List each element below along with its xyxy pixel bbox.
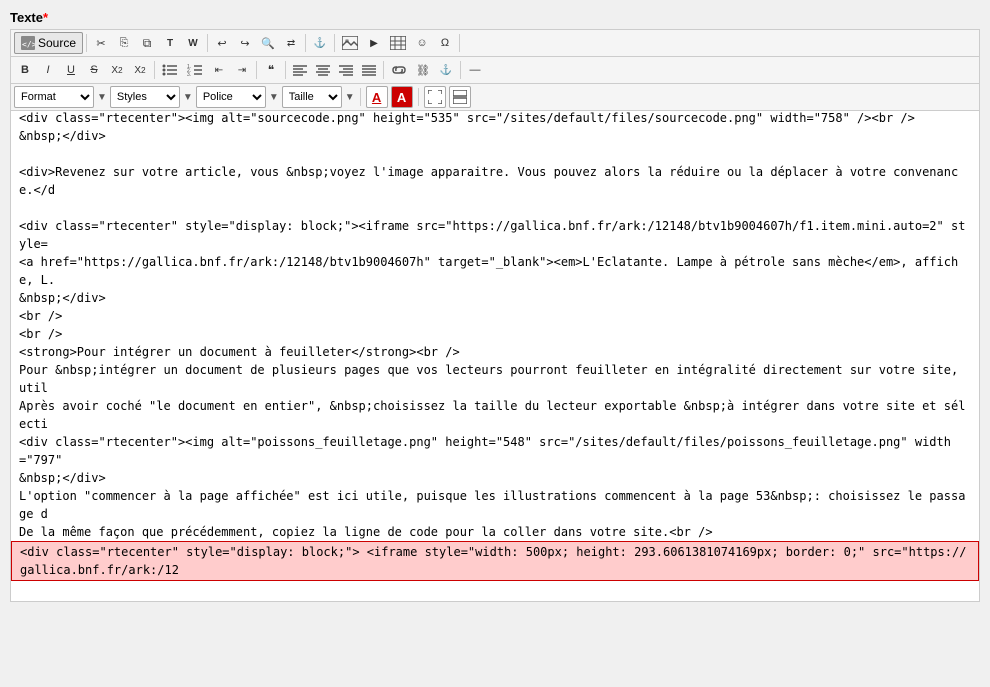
format-select[interactable]: Format <box>14 86 94 108</box>
toolbar-separator-7 <box>285 61 286 79</box>
link-button[interactable] <box>387 59 411 81</box>
highlighted-line: <div class="rtecenter" style="display: b… <box>11 541 979 581</box>
paste-word-button[interactable]: W <box>182 32 204 54</box>
special-char-button[interactable]: Ω <box>434 32 456 54</box>
toggle-button[interactable] <box>449 86 471 108</box>
editor-label-row: Texte* <box>10 10 980 25</box>
toolbar-row-2: B I U S X2 X2 1. 2. 3. <box>11 57 979 84</box>
taille-select[interactable]: Taille <box>282 86 342 108</box>
table-icon <box>390 36 406 50</box>
toolbar-separator-3 <box>334 34 335 52</box>
hr-button[interactable]: — <box>464 59 486 81</box>
superscript-button[interactable]: X2 <box>129 59 151 81</box>
svg-text:</>: </> <box>22 40 35 49</box>
editor-container: </> Source ✂ ⎘ ⧉ T W ↩ ↪ 🔍 ⇄ ⚓ ▶ <box>10 29 980 602</box>
editor-title: Texte <box>10 10 43 25</box>
toolbar-separator-4 <box>459 34 460 52</box>
content-wrapper: Vous souhaitez utiliser une affiche pour… <box>11 111 979 601</box>
toolbar-separator-2 <box>305 34 306 52</box>
taille-dropdown-icon: ▼ <box>345 92 355 103</box>
ul-icon <box>162 63 178 77</box>
unlink-button[interactable]: ⛓ <box>412 59 434 81</box>
align-justify-button[interactable] <box>358 59 380 81</box>
strikethrough-button[interactable]: S <box>83 59 105 81</box>
cut-button[interactable]: ✂ <box>90 32 112 54</box>
link-icon <box>391 63 407 77</box>
content-area[interactable]: Vous souhaitez utiliser une affiche pour… <box>11 111 979 601</box>
format-dropdown-icon: ▼ <box>97 92 107 103</box>
paste-button[interactable]: ⧉ <box>136 32 158 54</box>
redo-button[interactable]: ↪ <box>234 32 256 54</box>
ol-icon: 1. 2. 3. <box>187 63 203 77</box>
align-right-button[interactable] <box>335 59 357 81</box>
styles-select[interactable]: Styles <box>110 86 180 108</box>
anchor2-button[interactable]: ⚓ <box>435 59 457 81</box>
subscript-button[interactable]: X2 <box>106 59 128 81</box>
table-button[interactable] <box>386 32 410 54</box>
font-color-button[interactable]: A <box>366 86 388 108</box>
outdent-button[interactable]: ⇤ <box>208 59 230 81</box>
fullscreen-button[interactable] <box>424 86 446 108</box>
find-button[interactable]: 🔍 <box>257 32 279 54</box>
underline-button[interactable]: U <box>60 59 82 81</box>
paste-text-button[interactable]: T <box>159 32 181 54</box>
replace-button[interactable]: ⇄ <box>280 32 302 54</box>
copy-button[interactable]: ⎘ <box>113 32 135 54</box>
source-label: Source <box>38 36 76 50</box>
bg-color-button[interactable]: A <box>391 86 413 108</box>
police-select[interactable]: Police <box>196 86 266 108</box>
image-button[interactable] <box>338 32 362 54</box>
italic-button[interactable]: I <box>37 59 59 81</box>
toolbar-separator-5 <box>154 61 155 79</box>
indent-button[interactable]: ⇥ <box>231 59 253 81</box>
styles-dropdown-icon: ▼ <box>183 92 193 103</box>
align-left-icon <box>293 64 307 76</box>
blockquote-button[interactable]: ❝ <box>260 59 282 81</box>
format-row: Format ▼ Styles ▼ Police ▼ Taille ▼ A A <box>11 84 979 111</box>
toolbar-separator-8 <box>383 61 384 79</box>
fullscreen-icon <box>428 90 442 104</box>
toolbar-row-1: </> Source ✂ ⎘ ⧉ T W ↩ ↪ 🔍 ⇄ ⚓ ▶ <box>11 30 979 57</box>
toolbar-separator-9 <box>460 61 461 79</box>
align-justify-icon <box>362 64 376 76</box>
smiley-button[interactable]: ☺ <box>411 32 433 54</box>
image-icon <box>342 36 358 50</box>
toolbar-separator-0 <box>86 34 87 52</box>
toggle-icon <box>453 90 467 104</box>
police-dropdown-icon: ▼ <box>269 92 279 103</box>
bold-button[interactable]: B <box>14 59 36 81</box>
align-center-button[interactable] <box>312 59 334 81</box>
toolbar-separator-1 <box>207 34 208 52</box>
toolbar-separator-10 <box>360 88 361 106</box>
svg-text:3.: 3. <box>187 72 191 77</box>
ul-button[interactable] <box>158 59 182 81</box>
source-button[interactable]: </> Source <box>14 32 83 54</box>
align-left-button[interactable] <box>289 59 311 81</box>
undo-button[interactable]: ↩ <box>211 32 233 54</box>
anchor-button[interactable]: ⚓ <box>309 32 331 54</box>
align-center-icon <box>316 64 330 76</box>
source-icon: </> <box>21 36 35 50</box>
ol-button[interactable]: 1. 2. 3. <box>183 59 207 81</box>
toolbar-separator-11 <box>418 88 419 106</box>
toolbar-separator-6 <box>256 61 257 79</box>
align-right-icon <box>339 64 353 76</box>
flash-button[interactable]: ▶ <box>363 32 385 54</box>
required-star: * <box>43 10 48 25</box>
